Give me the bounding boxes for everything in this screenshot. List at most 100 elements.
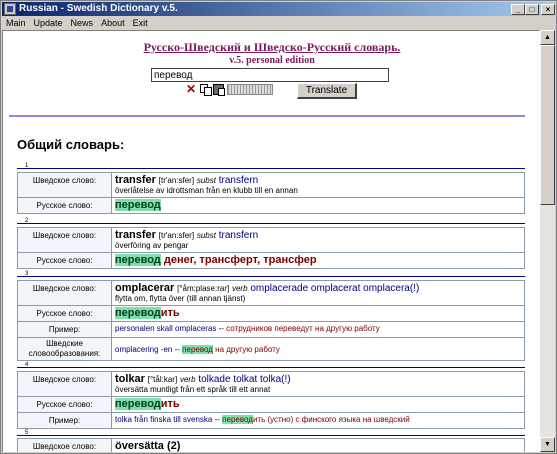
word-forms: tolkade tolkat tolka(!) [198, 374, 291, 385]
definition: överlåtelse av idrottsman från en klubb … [115, 186, 298, 195]
definition: flytta om, flytta över (till annan tjäns… [115, 294, 246, 303]
example-label: Пример: [17, 412, 112, 429]
search-input[interactable] [151, 68, 389, 82]
table-row: Русское слово: перевод денег, трансферт,… [17, 252, 525, 269]
dictionary-title: Русско-Шведский и Шведско-Русский словар… [143, 40, 401, 54]
paste-icon[interactable] [213, 84, 225, 96]
transcription: [tr'an:sfer] [158, 176, 195, 185]
entry-table: Шведское слово: tolkar [°tål:kar] verb t… [17, 371, 525, 429]
swedish-word-label: Шведское слово: [17, 438, 112, 452]
word-forms: transfern [218, 230, 259, 241]
delete-icon[interactable]: ✕ [186, 83, 197, 95]
match-highlight: перевод [115, 307, 161, 319]
entry-table: Шведское слово: omplacerar [°åm:plase:ra… [17, 280, 525, 361]
table-row: Шведские словообразования: omplacering -… [17, 337, 525, 361]
russian-word-cell: переводить [111, 396, 525, 413]
transcription: [°tål:kar] [147, 375, 178, 384]
russian-word-label: Русское слово: [17, 197, 112, 214]
menu-about[interactable]: About [97, 16, 129, 30]
word-forms: omplacerade omplacerat omplacera(!) [250, 283, 420, 294]
title-bar[interactable]: Russian - Swedish Dictionary v.5. _ □ × [2, 2, 555, 16]
swedish-word-cell: transfer [tr'an:sfer] subst transfern öv… [111, 172, 525, 198]
entry-divider [17, 367, 525, 368]
copy-icon[interactable] [200, 84, 212, 96]
vertical-scrollbar[interactable]: ▲ ▼ [540, 30, 555, 452]
example-russian: сотрудников переведут на другую работу [226, 324, 380, 333]
menu-news[interactable]: News [67, 16, 98, 30]
entry-table: Шведское слово: översätta (2) [17, 438, 525, 452]
example-swedish: personalen skall omplaceras [115, 324, 217, 333]
russian-word-cell: перевод [111, 197, 525, 214]
headword: översätta (2) [115, 440, 181, 452]
match-highlight: перевод [115, 398, 161, 410]
transcription: [°åm:plase:rar] [177, 284, 230, 293]
header-divider [9, 115, 525, 117]
swedish-word-cell: tolkar [°tål:kar] verb tolkade tolkat to… [111, 371, 525, 397]
example-separator: -- [212, 415, 223, 424]
russian-word-label: Русское слово: [17, 305, 112, 322]
russian-translation: денег, трансферт, трансфер [160, 254, 317, 266]
window-title: Russian - Swedish Dictionary v.5. [19, 3, 178, 14]
example-label: Пример: [17, 321, 112, 338]
swedish-word-cell: omplacerar [°åm:plase:rar] verb omplacer… [111, 280, 525, 306]
table-row: Пример: personalen skall omplaceras -- с… [17, 321, 525, 338]
example-swedish: tolka från finska till svenska [115, 415, 213, 424]
match-highlight: перевод [115, 254, 161, 266]
part-of-speech: subst [196, 231, 216, 240]
menu-main[interactable]: Main [2, 16, 30, 30]
menu-bar: Main Update News About Exit [2, 16, 555, 30]
match-highlight: перевод [222, 415, 253, 424]
headword: tolkar [115, 373, 145, 385]
content-pane: Русско-Шведский и Шведско-Русский словар… [2, 30, 540, 452]
swedish-word-label: Шведское слово: [17, 172, 112, 198]
compound-swedish: omplacering -en [115, 344, 173, 354]
word-forms: transfern [218, 175, 259, 186]
table-row: Шведское слово: tolkar [°tål:kar] verb t… [17, 371, 525, 397]
entry-divider [17, 168, 525, 169]
scrollbar-thumb[interactable] [540, 45, 555, 205]
translate-button[interactable]: Translate [297, 83, 357, 99]
russian-word-label: Русское слово: [17, 252, 112, 269]
table-row: Русское слово: перевод [17, 197, 525, 214]
entry-table: Шведское слово: transfer [tr'an:sfer] su… [17, 172, 525, 214]
swedish-word-label: Шведское слово: [17, 371, 112, 397]
headword: omplacerar [115, 282, 175, 294]
compound-separator: -- [172, 344, 183, 354]
entry-table: Шведское слово: transfer [tr'an:sfer] su… [17, 227, 525, 269]
match-highlight: перевод [115, 199, 161, 211]
table-row: Русское слово: переводить [17, 396, 525, 413]
swedish-word-cell: översätta (2) [111, 438, 525, 452]
minimize-button[interactable]: _ [511, 4, 525, 15]
table-row: Шведское слово: transfer [tr'an:sfer] su… [17, 172, 525, 198]
compound-russian: на другую работу [212, 344, 280, 354]
table-row: Шведское слово: transfer [tr'an:sfer] su… [17, 227, 525, 253]
menu-update[interactable]: Update [30, 16, 67, 30]
definition: översätta muntligt från ett språk till e… [115, 385, 271, 394]
app-icon [4, 3, 16, 15]
scroll-down-icon[interactable]: ▼ [540, 437, 555, 452]
menu-exit[interactable]: Exit [129, 16, 152, 30]
entry-divider [17, 435, 525, 436]
table-row: Шведское слово: omplacerar [°åm:plase:ra… [17, 280, 525, 306]
part-of-speech: verb [179, 375, 196, 384]
swedish-word-cell: transfer [tr'an:sfer] subst transfern öv… [111, 227, 525, 253]
part-of-speech: subst [196, 176, 216, 185]
table-row: Пример: tolka från finska till svenska -… [17, 412, 525, 429]
keyboard-icon[interactable] [227, 84, 273, 95]
transcription: [tr'an:sfer] [158, 231, 195, 240]
russian-translation: ить [160, 307, 180, 319]
entry-divider [17, 276, 525, 277]
maximize-button[interactable]: □ [525, 4, 539, 15]
close-button[interactable]: × [541, 4, 555, 15]
example-russian: ить (устно) с финского языка на шведский [252, 415, 410, 424]
table-row: Русское слово: переводить [17, 305, 525, 322]
swedish-word-label: Шведское слово: [17, 280, 112, 306]
edition-subtitle: v.5. personal edition [229, 55, 315, 66]
example-cell: personalen skall omplaceras -- сотрудник… [111, 321, 525, 338]
section-title: Общий словарь: [17, 137, 125, 152]
russian-word-cell: переводить [111, 305, 525, 322]
definition: överföring av pengar [115, 241, 189, 250]
russian-word-label: Русское слово: [17, 396, 112, 413]
table-row: Шведское слово: översätta (2) [17, 438, 525, 452]
scroll-up-icon[interactable]: ▲ [540, 30, 555, 45]
